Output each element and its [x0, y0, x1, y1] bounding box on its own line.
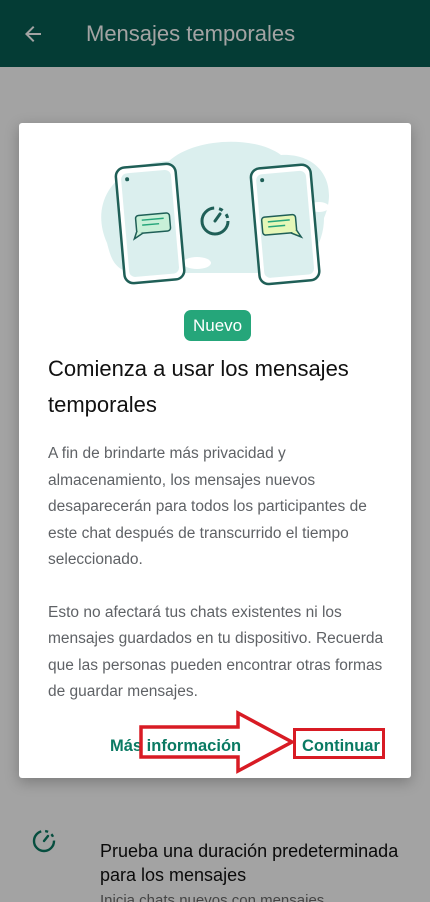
annotation-arrow-icon: [139, 710, 296, 774]
body-paragraph: Esto no afectará tus chats existentes ni…: [48, 603, 384, 701]
phones-illustration: [101, 141, 330, 286]
dialog-body: A fin de brindarte más privacidad y alma…: [48, 441, 393, 706]
intro-dialog: Nuevo Comienza a usar los mensajes tempo…: [19, 123, 411, 778]
annotation-highlight-box: [293, 728, 385, 759]
body-paragraph: A fin de brindarte más privacidad y alma…: [48, 445, 367, 568]
new-badge: Nuevo: [184, 310, 252, 341]
dialog-title: Comienza a usar los mensajes temporales: [48, 356, 349, 417]
